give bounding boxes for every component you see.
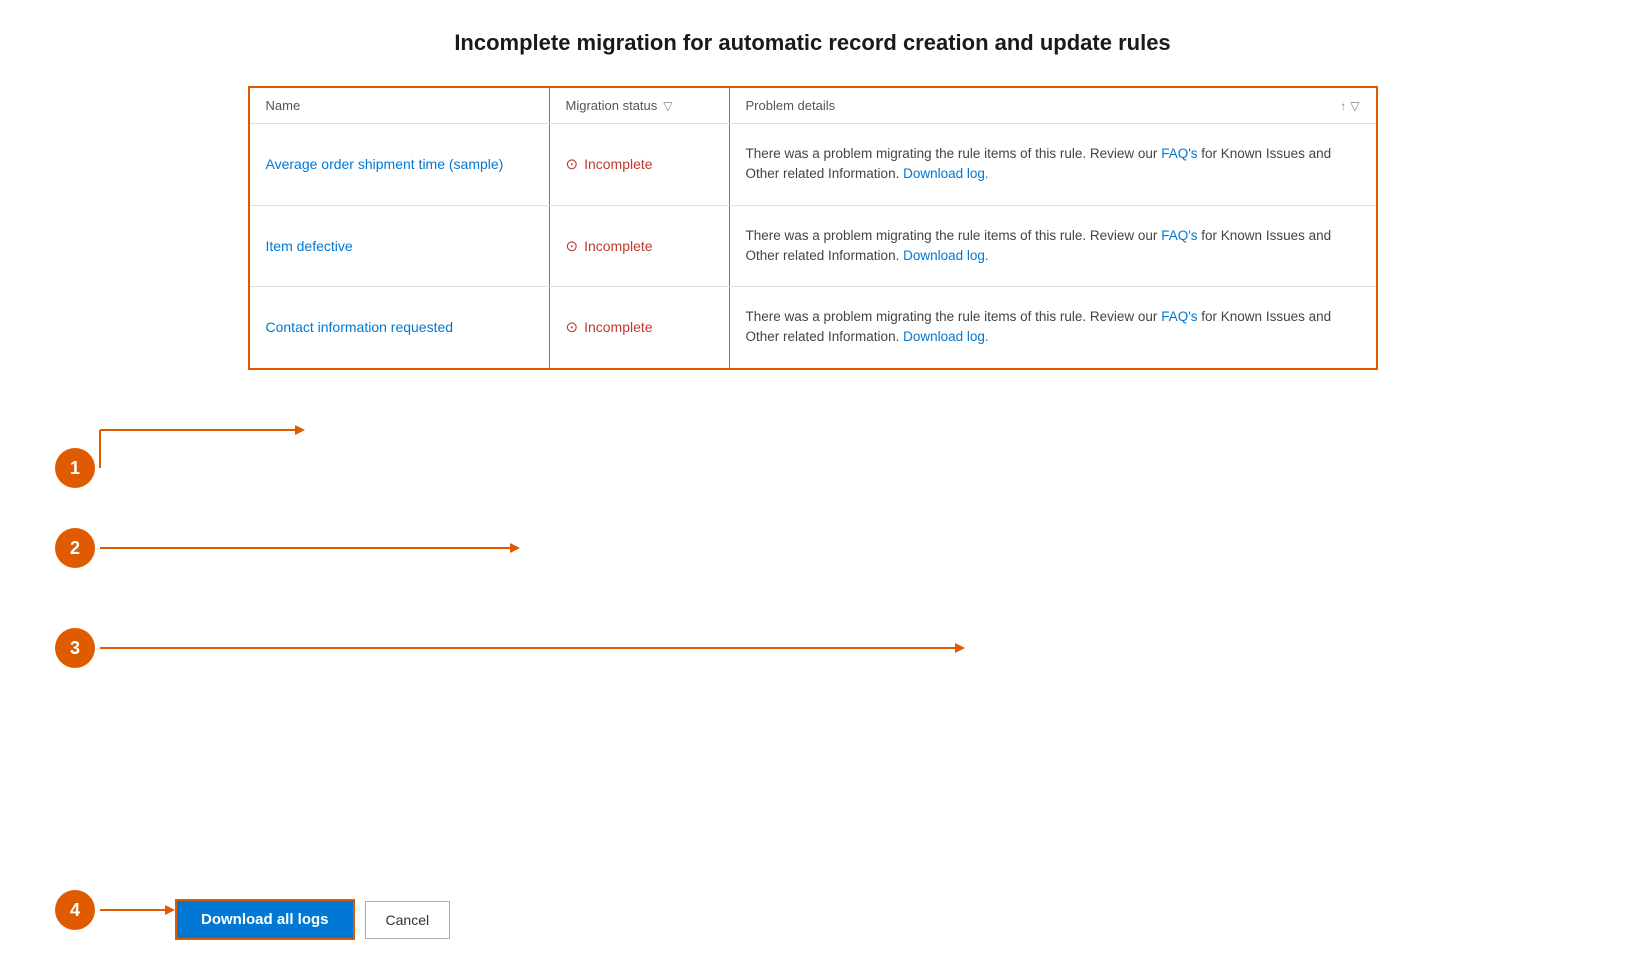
row1-detail-prefix: There was a problem migrating the rule i…	[746, 146, 1162, 161]
col-status-header: Migration status ▽	[550, 88, 730, 123]
annotation-4: 4	[55, 890, 95, 930]
row2-detail-cell: There was a problem migrating the rule i…	[730, 206, 1376, 287]
row3-download-link[interactable]: Download log.	[903, 329, 989, 344]
table-header: Name Migration status ▽ Problem details …	[250, 88, 1376, 124]
detail-filter-icon[interactable]: ▽	[1350, 99, 1359, 113]
cancel-button[interactable]: Cancel	[365, 901, 451, 939]
annotation-1-label: 1	[70, 458, 80, 479]
row3-status-text: Incomplete	[584, 319, 652, 335]
row2-status-text: Incomplete	[584, 238, 652, 254]
row2-detail-text: There was a problem migrating the rule i…	[746, 226, 1360, 267]
row3-name-link[interactable]: Contact information requested	[266, 319, 454, 335]
table-row: Item defective ⊙ Incomplete There was a …	[250, 206, 1376, 288]
annotation-2: 2	[55, 528, 95, 568]
annotation-1: 1	[55, 448, 95, 488]
row3-status-cell: ⊙ Incomplete	[550, 287, 730, 368]
row2-name-cell: Item defective	[250, 206, 550, 287]
table-row: Contact information requested ⊙ Incomple…	[250, 287, 1376, 368]
row1-detail-text: There was a problem migrating the rule i…	[746, 144, 1360, 185]
row3-detail-cell: There was a problem migrating the rule i…	[730, 287, 1376, 368]
detail-header-icons: ↑ ▽	[1340, 99, 1359, 113]
row1-status-text: Incomplete	[584, 156, 652, 172]
row3-incomplete-icon: ⊙	[566, 318, 579, 336]
row1-faq-link[interactable]: FAQ's	[1161, 146, 1197, 161]
row3-detail-prefix: There was a problem migrating the rule i…	[746, 309, 1162, 324]
sort-asc-icon[interactable]: ↑	[1340, 99, 1346, 113]
annotation-3: 3	[55, 628, 95, 668]
row1-detail-cell: There was a problem migrating the rule i…	[730, 124, 1376, 205]
row1-download-link[interactable]: Download log.	[903, 166, 989, 181]
row3-name-cell: Contact information requested	[250, 287, 550, 368]
row3-detail-text: There was a problem migrating the rule i…	[746, 307, 1360, 348]
status-filter-icon[interactable]: ▽	[663, 99, 672, 113]
status-column-label: Migration status	[566, 98, 658, 113]
col-name-header: Name	[250, 88, 550, 123]
migration-table: Name Migration status ▽ Problem details …	[248, 86, 1378, 370]
page-title: Incomplete migration for automatic recor…	[60, 30, 1565, 56]
row2-status-cell: ⊙ Incomplete	[550, 206, 730, 287]
annotation-4-label: 4	[70, 900, 80, 921]
col-detail-header: Problem details ↑ ▽	[730, 88, 1376, 123]
row2-name-link[interactable]: Item defective	[266, 238, 353, 254]
row1-incomplete-icon: ⊙	[566, 155, 579, 173]
table-row: Average order shipment time (sample) ⊙ I…	[250, 124, 1376, 206]
detail-column-label: Problem details	[746, 98, 836, 113]
annotation-2-label: 2	[70, 538, 80, 559]
row1-status-cell: ⊙ Incomplete	[550, 124, 730, 205]
annotation-3-label: 3	[70, 638, 80, 659]
row1-name-link[interactable]: Average order shipment time (sample)	[266, 156, 504, 172]
button-area: Download all logs Cancel	[175, 899, 450, 940]
row2-faq-link[interactable]: FAQ's	[1161, 228, 1197, 243]
row2-download-link[interactable]: Download log.	[903, 248, 989, 263]
row3-faq-link[interactable]: FAQ's	[1161, 309, 1197, 324]
download-all-button[interactable]: Download all logs	[175, 899, 355, 940]
name-column-label: Name	[266, 98, 301, 113]
row2-detail-prefix: There was a problem migrating the rule i…	[746, 228, 1162, 243]
row2-incomplete-icon: ⊙	[566, 237, 579, 255]
row1-name-cell: Average order shipment time (sample)	[250, 124, 550, 205]
